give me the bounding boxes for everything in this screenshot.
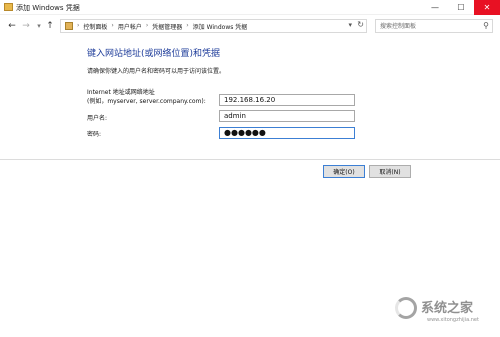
breadcrumb-item-control-panel[interactable]: 控制面板 [83, 22, 107, 31]
address-dropdown-chevron-icon[interactable]: ▾ [348, 21, 352, 29]
search-box[interactable]: ⚲ [375, 19, 493, 33]
page-title: 键入网站地址(或网络位置)和凭据 [87, 49, 221, 59]
watermark: 系统之家 www.xitongzhijia.net [395, 295, 495, 329]
page-description: 请确保你键入的用户名和密码可以用于访问该位置。 [87, 68, 226, 75]
cancel-button[interactable]: 取消(N) [369, 165, 411, 178]
control-panel-icon [65, 22, 73, 30]
close-button[interactable]: ✕ [474, 0, 500, 15]
watermark-logo-icon [395, 297, 417, 319]
breadcrumb-item-credential-manager[interactable]: 凭据管理器 [152, 22, 182, 31]
address-label: Internet 地址或网络地址 [87, 89, 155, 96]
up-arrow-icon[interactable]: ↑ [44, 20, 56, 32]
minimize-button[interactable]: — [422, 0, 448, 15]
breadcrumb-item-user-accounts[interactable]: 用户帐户 [118, 22, 142, 31]
ok-button[interactable]: 确定(O) [323, 165, 365, 178]
username-label: 用户名: [87, 115, 108, 122]
password-label: 密码: [87, 131, 102, 138]
title-bar: 添加 Windows 凭据 — ☐ ✕ [0, 0, 500, 15]
breadcrumb-separator: › [186, 22, 189, 29]
forward-arrow-icon[interactable]: → [20, 20, 32, 32]
refresh-icon[interactable]: ↻ [357, 20, 364, 29]
navigation-bar: ← → ▾ ↑ › 控制面板 › 用户帐户 › 凭据管理器 › 添加 Windo… [0, 15, 500, 37]
username-field[interactable]: admin [219, 110, 355, 122]
watermark-text: 系统之家 [421, 301, 474, 316]
breadcrumb-separator: › [111, 22, 114, 29]
address-field[interactable]: 192.168.16.20 [219, 94, 355, 106]
window-title: 添加 Windows 凭据 [16, 4, 80, 12]
back-arrow-icon[interactable]: ← [6, 20, 18, 32]
breadcrumb-separator: › [77, 22, 80, 29]
search-icon[interactable]: ⚲ [483, 21, 489, 30]
breadcrumb-separator: › [145, 22, 149, 29]
credential-folder-icon [4, 3, 13, 11]
maximize-button[interactable]: ☐ [448, 0, 474, 15]
address-example-label: (例如，myserver, server.company.com): [87, 98, 206, 105]
divider [0, 159, 500, 160]
address-bar[interactable]: › 控制面板 › 用户帐户 › 凭据管理器 › 添加 Windows 凭据 ▾ … [60, 19, 367, 33]
breadcrumb-item-add-windows-credential[interactable]: 添加 Windows 凭据 [193, 22, 248, 31]
breadcrumb: › 控制面板 › 用户帐户 › 凭据管理器 › 添加 Windows 凭据 [77, 22, 247, 31]
main-content: 键入网站地址(或网络位置)和凭据 请确保你键入的用户名和密码可以用于访问该位置。… [0, 37, 500, 337]
watermark-url: www.xitongzhijia.net [427, 317, 479, 323]
password-field[interactable]: ●●●●●● [219, 127, 355, 139]
search-input[interactable] [380, 20, 480, 32]
